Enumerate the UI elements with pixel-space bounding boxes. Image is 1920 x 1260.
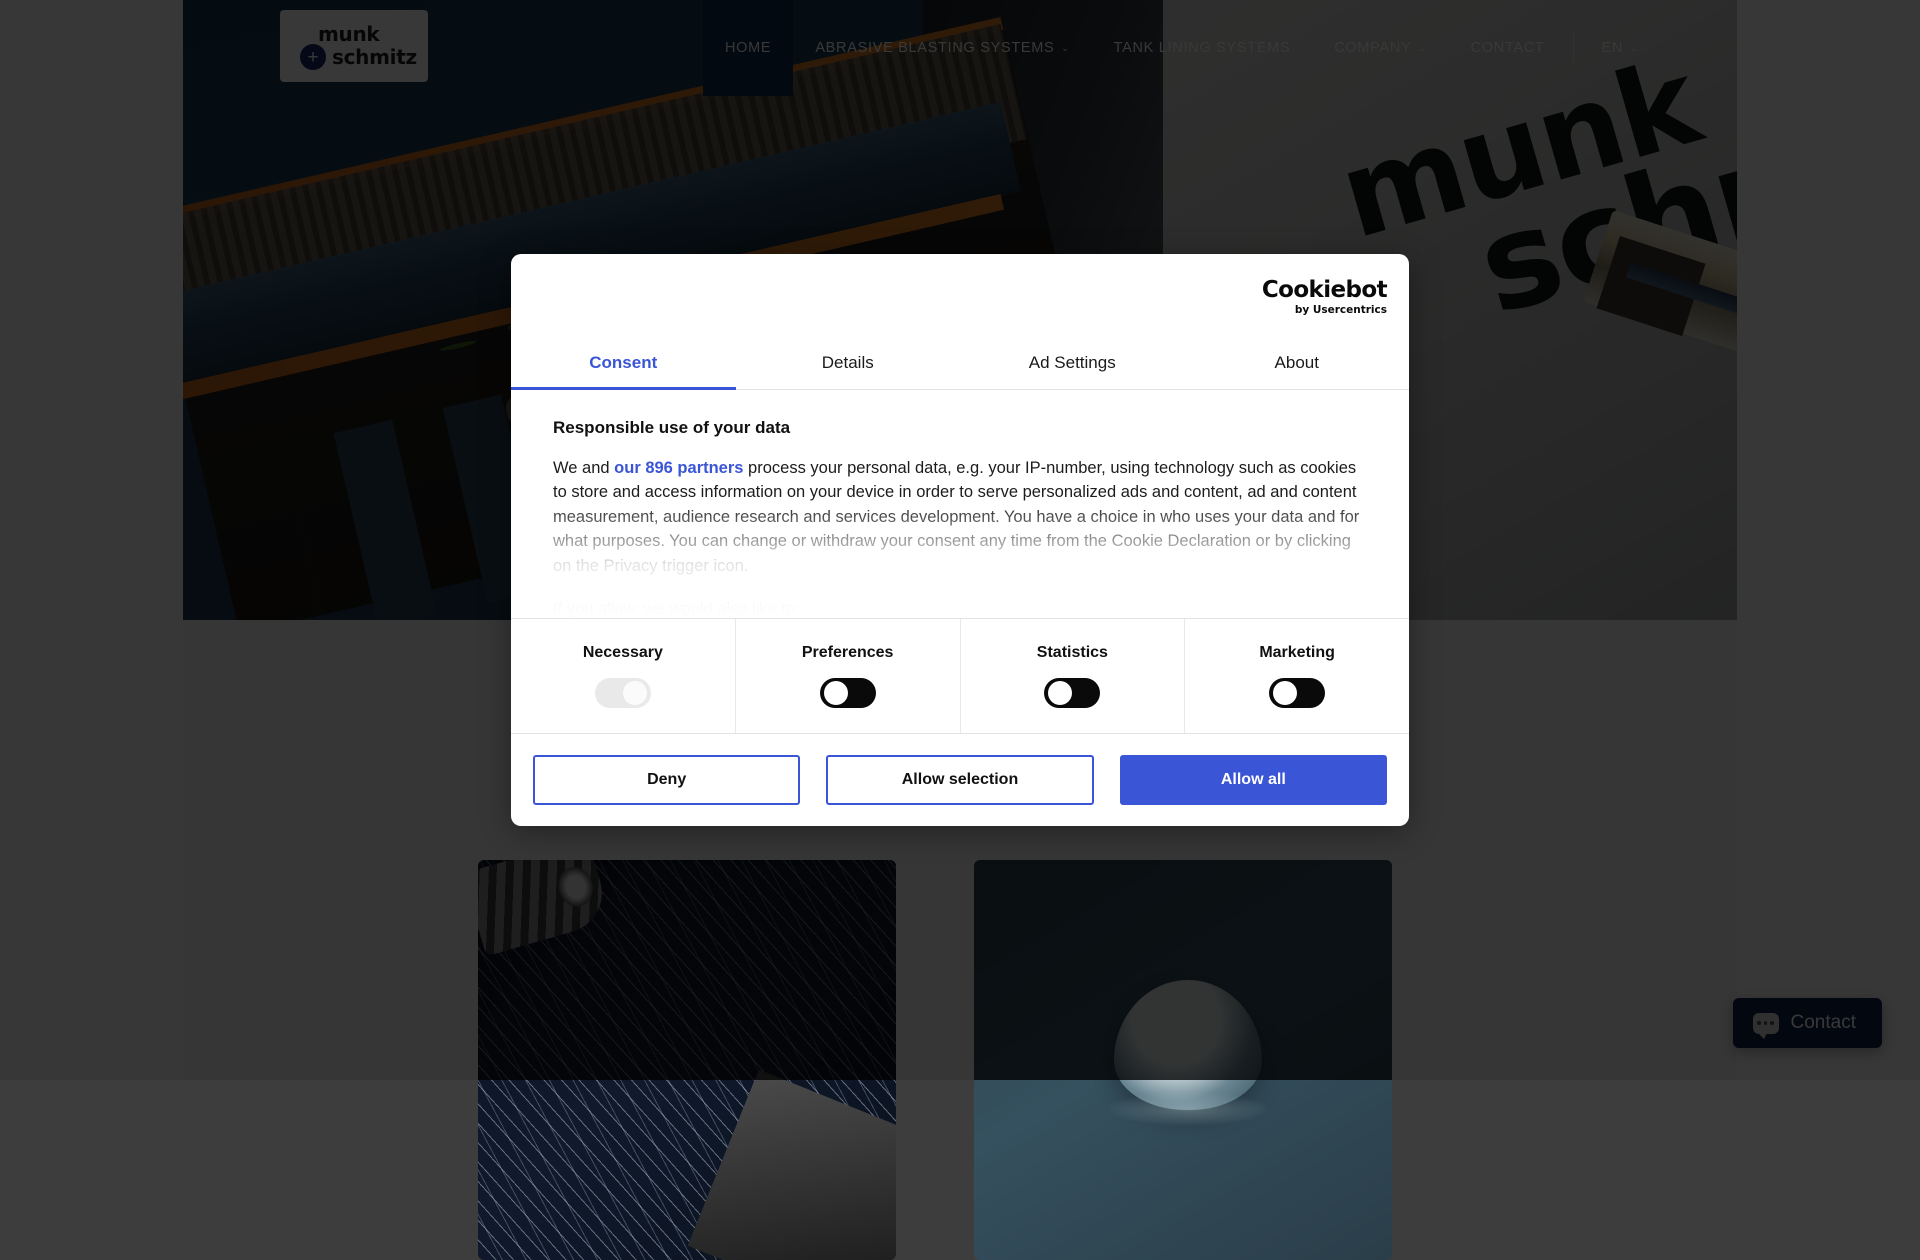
workpiece-graphic [688,1069,896,1260]
tab-details[interactable]: Details [736,340,961,389]
cookiebot-tabs: Consent Details Ad Settings About [511,340,1409,390]
partners-link[interactable]: our 896 partners [614,459,743,477]
category-label: Preferences [802,644,894,662]
tab-ad-settings[interactable]: Ad Settings [960,340,1185,389]
category-label: Necessary [583,644,663,662]
paragraph-pre: We and [553,459,614,477]
toggle-preferences[interactable] [820,678,876,708]
toggle-marketing[interactable] [1269,678,1325,708]
category-statistics: Statistics [961,619,1186,733]
cookiebot-consent-dialog: Cookiebot by Usercentrics Consent Detail… [511,254,1409,826]
tab-consent[interactable]: Consent [511,340,736,389]
cookiebot-body[interactable]: Responsible use of your data We and our … [511,390,1409,618]
tab-about[interactable]: About [1185,340,1410,389]
category-label: Marketing [1259,644,1335,662]
allow-selection-button[interactable]: Allow selection [826,755,1093,805]
category-marketing: Marketing [1185,619,1409,733]
cookiebot-header: Cookiebot by Usercentrics [511,254,1409,340]
category-necessary: Necessary [511,619,736,733]
cookiebot-brand-sub: by Usercentrics [1262,305,1387,316]
consent-categories: Necessary Preferences Statistics Marketi… [511,618,1409,734]
consent-paragraph: We and our 896 partners process your per… [553,456,1367,578]
allow-all-button[interactable]: Allow all [1120,755,1387,805]
deny-button[interactable]: Deny [533,755,800,805]
category-label: Statistics [1037,644,1108,662]
cookiebot-actions: Deny Allow selection Allow all [511,734,1409,826]
toggle-necessary [595,678,651,708]
allow-intro-text: If you allow, we would also like to: [553,600,1367,618]
cookiebot-brand-name: Cookiebot [1262,279,1387,302]
toggle-statistics[interactable] [1044,678,1100,708]
consent-heading: Responsible use of your data [553,418,1367,438]
cookiebot-logo: Cookiebot by Usercentrics [1262,279,1387,316]
category-preferences: Preferences [736,619,961,733]
